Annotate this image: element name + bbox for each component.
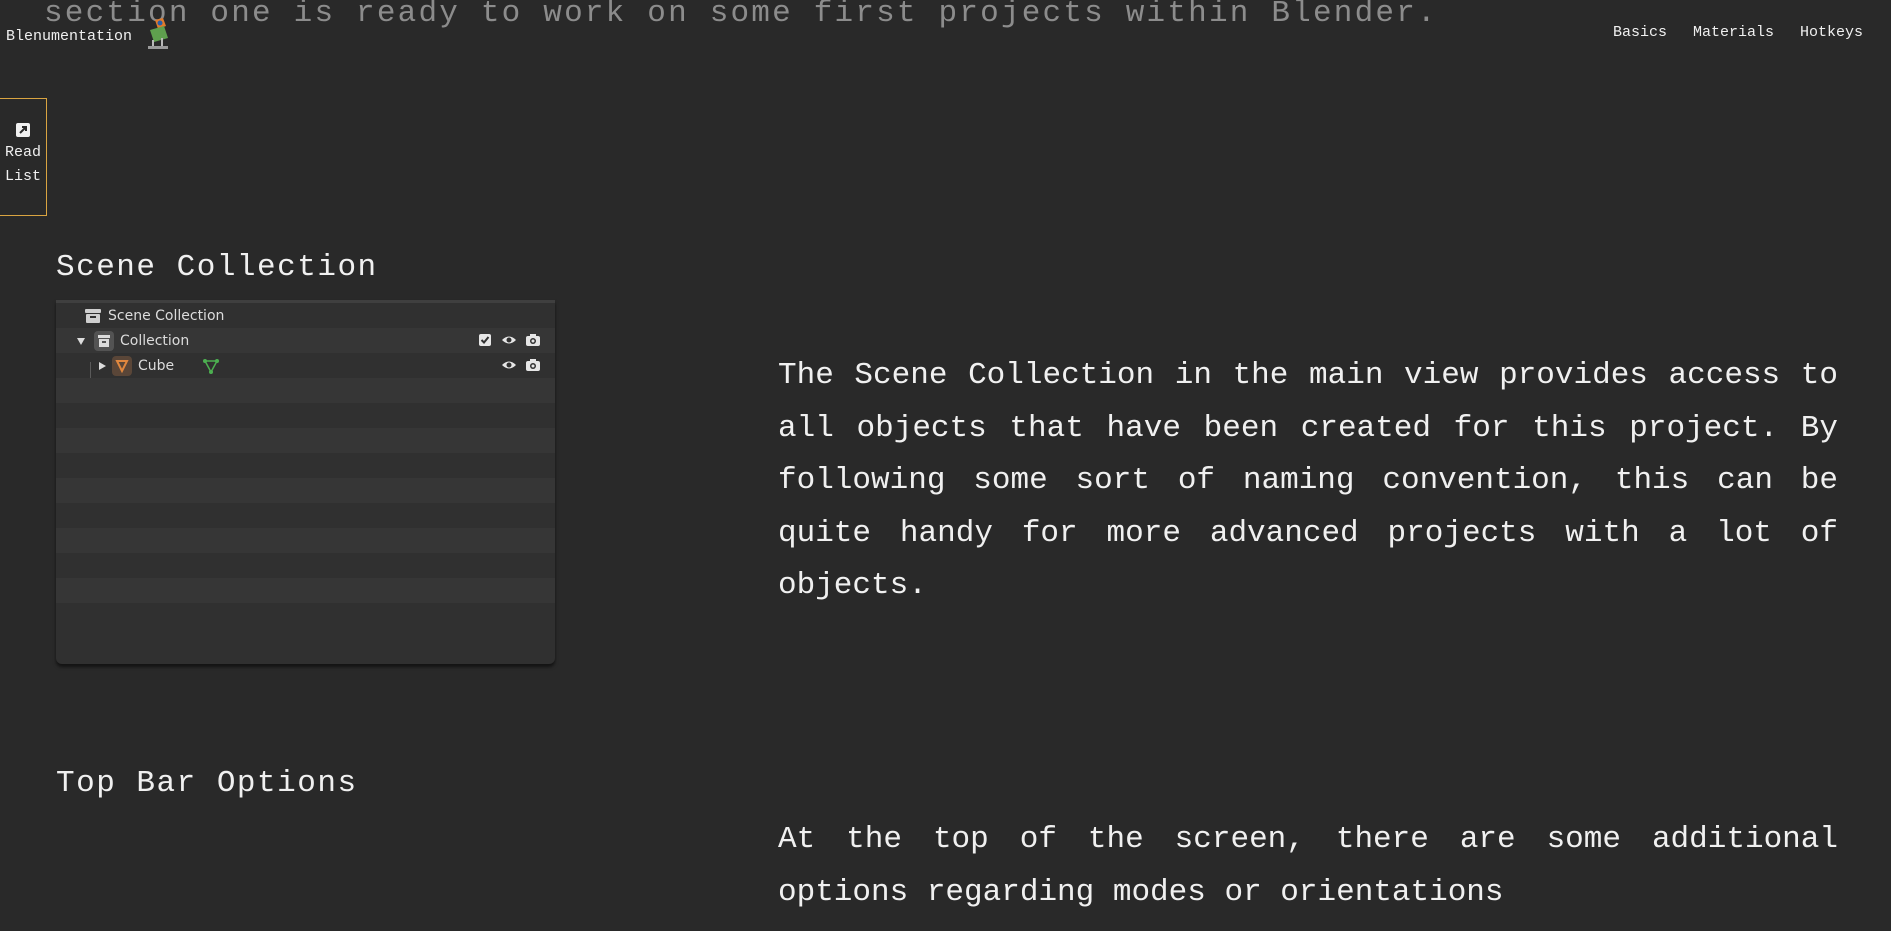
- eye-icon[interactable]: [501, 332, 517, 348]
- triangle-down-icon[interactable]: [76, 336, 86, 346]
- object-icon: [112, 355, 132, 376]
- camera-icon[interactable]: [525, 332, 541, 348]
- outliner-root-label: Scene Collection: [108, 307, 225, 324]
- scene-collection-paragraph: The Scene Collection in the main view pr…: [778, 358, 1838, 603]
- nav-basics[interactable]: Basics: [1613, 24, 1667, 41]
- nav-materials[interactable]: Materials: [1693, 24, 1774, 41]
- outliner-screenshot: Scene Collection Collection Cube: [56, 300, 555, 664]
- external-link-icon: [16, 123, 30, 137]
- section-title-top-bar-options: Top Bar Options: [56, 766, 358, 801]
- checkbox-checked-icon[interactable]: [477, 332, 493, 348]
- read-list-button[interactable]: Read List: [0, 98, 47, 216]
- outliner-row-cube: Cube: [56, 353, 555, 378]
- mesh-data-icon: [203, 358, 220, 374]
- eye-icon[interactable]: [501, 357, 517, 373]
- nav-hotkeys[interactable]: Hotkeys: [1800, 24, 1863, 41]
- brand-link[interactable]: Blenumentation: [6, 18, 172, 50]
- outliner-row-collection: Collection: [56, 328, 555, 353]
- collection-icon: [94, 330, 114, 351]
- camera-icon[interactable]: [525, 357, 541, 373]
- section-title-scene-collection: Scene Collection: [56, 250, 378, 285]
- read-list-label-line2: List: [4, 168, 41, 185]
- outliner-collection-label: Collection: [120, 332, 190, 349]
- scene-collection-icon: [85, 308, 101, 323]
- outliner-object-label: Cube: [138, 357, 175, 374]
- read-list-label-line1: Read: [4, 144, 41, 161]
- scrolled-paragraph-fragment: section one is ready to work on some fir…: [44, 0, 1438, 31]
- top-bar-paragraph: At the top of the screen, there are some…: [778, 822, 1838, 910]
- brand-name: Blenumentation: [6, 27, 133, 45]
- triangle-right-icon[interactable]: [97, 361, 107, 371]
- outliner-row-scene-collection: Scene Collection: [56, 303, 555, 328]
- blender-logo-icon: [148, 18, 169, 49]
- top-nav: Basics Materials Hotkeys: [1613, 24, 1863, 41]
